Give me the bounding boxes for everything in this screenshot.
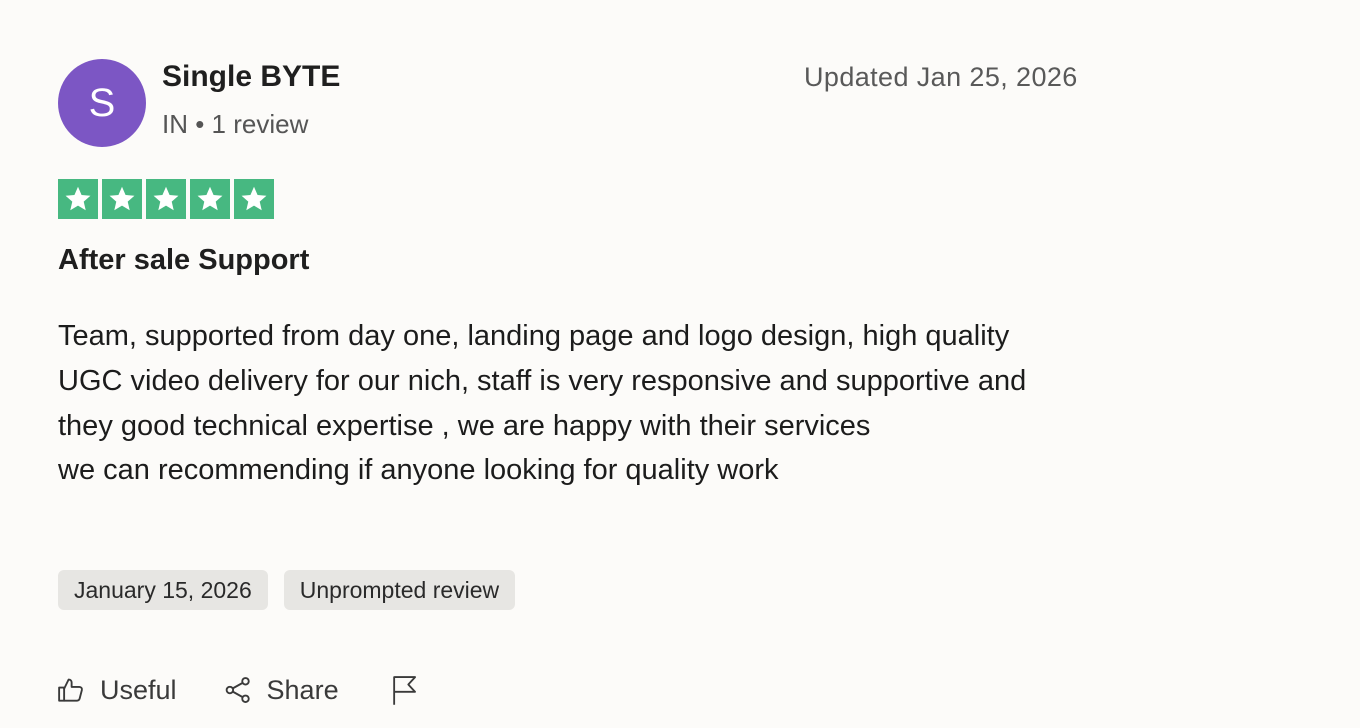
share-icon: [223, 675, 253, 705]
review-type-tag[interactable]: Unprompted review: [283, 570, 516, 610]
star-icon: [146, 179, 186, 219]
review-actions: Useful Share: [56, 670, 419, 710]
reviewer-name[interactable]: Single BYTE: [162, 60, 340, 94]
share-button[interactable]: Share: [223, 675, 339, 706]
experience-date-tag: January 15, 2026: [58, 570, 268, 610]
review-tags: January 15, 2026 Unprompted review: [58, 570, 516, 610]
useful-label: Useful: [100, 674, 177, 705]
avatar[interactable]: S: [58, 59, 146, 147]
useful-button[interactable]: Useful: [56, 675, 177, 706]
review-title[interactable]: After sale Support: [58, 244, 309, 277]
flag-icon: [389, 674, 419, 706]
star-rating: [58, 179, 274, 219]
review-body-paragraph: Team, supported from day one, landing pa…: [58, 320, 1027, 442]
reviewer-meta: IN • 1 review: [162, 109, 309, 139]
report-button[interactable]: [389, 674, 419, 706]
review-body-paragraph: we can recommending if anyone looking fo…: [58, 454, 779, 487]
review-body: Team, supported from day one, landing pa…: [58, 314, 1058, 493]
share-label: Share: [266, 674, 339, 705]
star-icon: [102, 179, 142, 219]
star-icon: [190, 179, 230, 219]
updated-date: Updated Jan 25, 2026: [804, 62, 1078, 92]
star-icon: [58, 179, 98, 219]
thumbs-up-icon: [56, 675, 86, 705]
review-card: S Single BYTE IN • 1 review Updated Jan …: [0, 0, 1360, 728]
star-icon: [234, 179, 274, 219]
